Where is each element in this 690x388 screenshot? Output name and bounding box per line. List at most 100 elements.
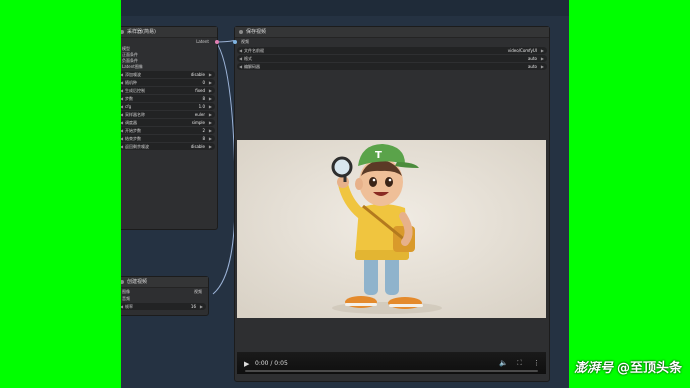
widget-label: 文件名前缀 (244, 48, 264, 53)
output-label: Latent (196, 39, 209, 44)
increment-icon[interactable]: ▶ (209, 103, 212, 110)
video-controls: ▶ 0:00 / 0:05 🔈 ⛶ ⋮ (237, 352, 546, 374)
volume-icon[interactable]: 🔈 (499, 359, 508, 367)
decrement-icon[interactable]: ◀ (121, 111, 123, 118)
widget-label: 格式 (244, 56, 252, 61)
sampler-widget[interactable]: ◀ 随机种 0 ▶ (121, 79, 215, 86)
increment-icon[interactable]: ▶ (541, 55, 544, 62)
sampler-widget[interactable]: ◀ 调度器 simple ▶ (121, 119, 215, 126)
input-label: 模型 (122, 46, 130, 51)
decrement-icon[interactable]: ◀ (121, 79, 123, 86)
node-title: 采样器(简易) (121, 27, 217, 38)
cap-logo: T (375, 150, 382, 161)
input-socket[interactable] (233, 40, 237, 44)
video-time: 0:00 / 0:05 (255, 360, 288, 367)
output-socket[interactable] (215, 40, 219, 44)
widget-value: 16 (190, 304, 196, 309)
increment-icon[interactable]: ▶ (541, 47, 544, 54)
decrement-icon[interactable]: ◀ (239, 47, 242, 54)
input-list: 模型 正面条件 负面条件 Latent图像 (121, 46, 217, 70)
widget-list: ◀ 文件名前缀 video/ComfyUI ▶ ◀ 格式 auto ▶ ◀ 编解码器 auto ▶ (235, 47, 549, 70)
create-video-node[interactable]: 创建视频 图像 视频 音频 ◀ 帧率 16 ▶ (121, 276, 209, 316)
play-icon[interactable]: ▶ (244, 360, 249, 368)
increment-icon[interactable]: ▶ (209, 87, 212, 94)
widget-label: 帧率 (125, 304, 133, 309)
node-collapse-dot[interactable] (121, 279, 124, 284)
decrement-icon[interactable]: ◀ (121, 143, 123, 150)
save-widget[interactable]: ◀ 编解码器 auto ▶ (237, 63, 547, 70)
increment-icon[interactable]: ▶ (209, 143, 212, 150)
decrement-icon[interactable]: ◀ (121, 103, 123, 110)
increment-icon[interactable]: ▶ (200, 303, 203, 310)
widget-value: disable (190, 72, 205, 77)
decrement-icon[interactable]: ◀ (121, 127, 123, 134)
image-input[interactable]: 图像 视频 (121, 288, 208, 296)
sampler-widget[interactable]: ◀ 步数 8 ▶ (121, 95, 215, 102)
video-input[interactable]: 视频 (233, 38, 549, 46)
decrement-icon[interactable]: ◀ (239, 63, 242, 70)
decrement-icon[interactable]: ◀ (239, 55, 242, 62)
input-label: 视频 (241, 39, 249, 44)
sampler-node[interactable]: 采样器(简易) Latent 模型 正面条件 负面条件 Latent图像 ◀ 添加噪波 d… (121, 26, 219, 230)
increment-icon[interactable]: ▶ (209, 111, 212, 118)
latent-output[interactable]: Latent (121, 38, 219, 46)
video-frame-illustration: T (237, 140, 546, 318)
node-collapse-dot[interactable] (239, 29, 243, 34)
sampler-widget[interactable]: ◀ cfg 1.0 ▶ (121, 103, 215, 110)
widget-value: auto (527, 64, 537, 69)
sampler-widget[interactable]: ◀ 开始步数 2 ▶ (121, 127, 215, 134)
sampler-widget[interactable]: ◀ 添加噪波 disable ▶ (121, 71, 215, 78)
widget-label: 生成后控制 (125, 88, 145, 93)
save-widget[interactable]: ◀ 格式 auto ▶ (237, 55, 547, 62)
node-title-text: 采样器(简易) (127, 29, 156, 35)
input-label: 音频 (122, 296, 130, 301)
decrement-icon[interactable]: ◀ (121, 303, 123, 310)
watermark-account: @至顶头条 (616, 361, 682, 376)
fullscreen-icon[interactable]: ⛶ (517, 359, 522, 368)
increment-icon[interactable]: ▶ (209, 119, 212, 126)
widget-label: 添加噪波 (125, 72, 141, 77)
sampler-widget[interactable]: ◀ 返回剩余噪波 disable ▶ (121, 143, 215, 150)
widget-value: 1.0 (198, 104, 205, 109)
decrement-icon[interactable]: ◀ (121, 95, 123, 102)
node-collapse-dot[interactable] (121, 29, 124, 34)
node-title: 保存视频 (235, 27, 549, 38)
seek-bar[interactable] (245, 370, 538, 372)
increment-icon[interactable]: ▶ (209, 127, 212, 134)
sampler-widget[interactable]: ◀ 生成后控制 fixed ▶ (121, 87, 215, 94)
more-icon[interactable]: ⋮ (533, 359, 540, 367)
increment-icon[interactable]: ▶ (209, 95, 212, 102)
widget-value: disable (190, 144, 205, 149)
node-title-text: 保存视频 (246, 29, 267, 35)
decrement-icon[interactable]: ◀ (121, 135, 123, 142)
widget-value: 8 (202, 136, 205, 141)
widget-label: 随机种 (125, 80, 137, 85)
widget-value: video/ComfyUI (507, 48, 537, 53)
widget-label: 调度器 (125, 120, 137, 125)
decrement-icon[interactable]: ◀ (121, 71, 123, 78)
video-preview[interactable]: T (237, 140, 546, 318)
increment-icon[interactable]: ▶ (209, 79, 212, 86)
widget-label: 步数 (125, 96, 133, 101)
input-label: 负面条件 (122, 58, 138, 63)
audio-input[interactable]: 音频 (121, 296, 208, 302)
input-label: 图像 (122, 289, 130, 294)
fps-widget[interactable]: ◀ 帧率 16 ▶ (121, 303, 206, 310)
increment-icon[interactable]: ▶ (209, 71, 212, 78)
widget-value: 0 (202, 80, 205, 85)
widget-value: auto (527, 56, 537, 61)
sampler-widget[interactable]: ◀ 结束步数 8 ▶ (121, 135, 215, 142)
node-input[interactable]: Latent图像 (121, 64, 217, 70)
widget-value: 8 (202, 96, 205, 101)
increment-icon[interactable]: ▶ (541, 63, 544, 70)
save-widget[interactable]: ◀ 文件名前缀 video/ComfyUI ▶ (237, 47, 547, 54)
sampler-widget[interactable]: ◀ 采样器名称 euler ▶ (121, 111, 215, 118)
decrement-icon[interactable]: ◀ (121, 119, 123, 126)
decrement-icon[interactable]: ◀ (121, 87, 123, 94)
widget-value: simple (191, 120, 205, 125)
watermark: 澎湃号 @至顶头条 (574, 357, 682, 376)
increment-icon[interactable]: ▶ (209, 135, 212, 142)
node-title-text: 创建视频 (127, 279, 148, 285)
widget-value: fixed (195, 88, 205, 93)
output-label: 视频 (194, 289, 202, 294)
